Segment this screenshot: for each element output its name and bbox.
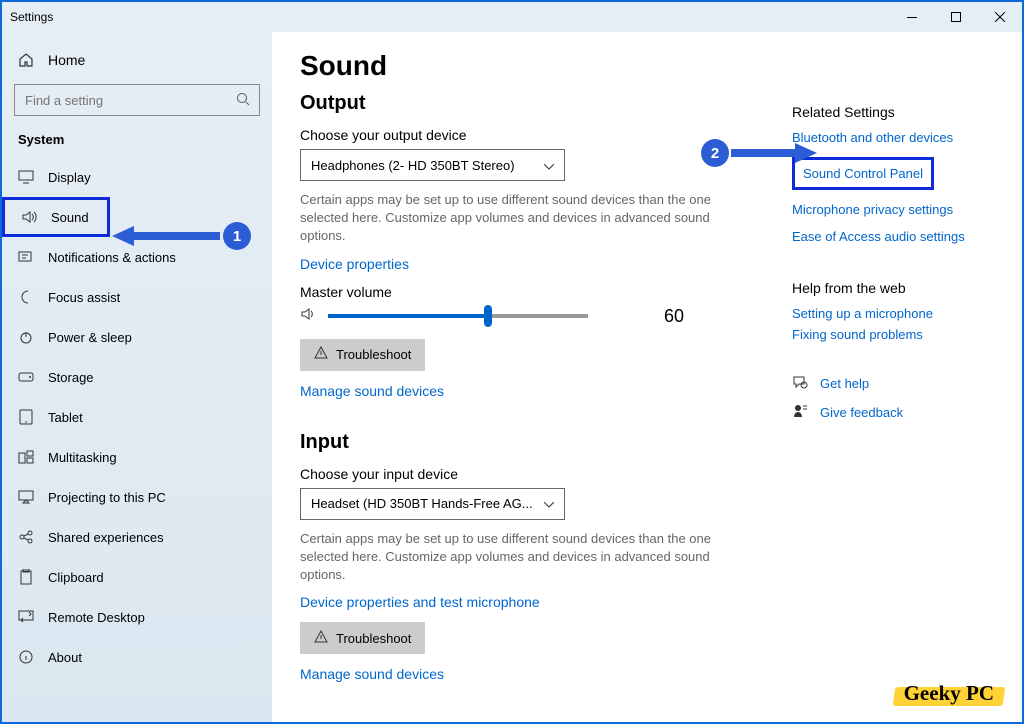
output-device-label: Choose your output device bbox=[300, 127, 752, 143]
sound-icon bbox=[21, 209, 37, 225]
page-title: Sound bbox=[300, 50, 752, 82]
nav-remote[interactable]: Remote Desktop bbox=[2, 597, 272, 637]
window-title: Settings bbox=[10, 10, 53, 24]
help-heading: Help from the web bbox=[792, 280, 1002, 296]
nav-multitasking[interactable]: Multitasking bbox=[2, 437, 272, 477]
titlebar: Settings bbox=[2, 2, 1022, 32]
related-heading: Related Settings bbox=[792, 104, 1002, 120]
watermark: Geeky PC bbox=[898, 679, 1000, 708]
tablet-icon bbox=[18, 409, 34, 425]
section-label: System bbox=[2, 126, 272, 157]
input-troubleshoot-button[interactable]: Troubleshoot bbox=[300, 622, 425, 654]
nav-sound[interactable]: Sound bbox=[2, 197, 110, 237]
volume-value: 60 bbox=[664, 306, 684, 327]
nav-label: Remote Desktop bbox=[48, 610, 145, 625]
nav-label: Clipboard bbox=[48, 570, 104, 585]
input-device-value: Headset (HD 350BT Hands-Free AG... bbox=[311, 496, 533, 511]
nav-label: Power & sleep bbox=[48, 330, 132, 345]
nav-label: Projecting to this PC bbox=[48, 490, 166, 505]
nav-label: Storage bbox=[48, 370, 94, 385]
annotation-arrow-1 bbox=[112, 225, 224, 247]
about-icon bbox=[18, 649, 34, 665]
volume-slider[interactable] bbox=[328, 314, 588, 318]
volume-label: Master volume bbox=[300, 284, 752, 300]
troubleshoot-label: Troubleshoot bbox=[336, 631, 411, 646]
help-fixing-link[interactable]: Fixing sound problems bbox=[792, 327, 1002, 342]
sidebar: Home System Display Sound Notifications … bbox=[2, 32, 272, 722]
shared-icon bbox=[18, 529, 34, 545]
nav-shared[interactable]: Shared experiences bbox=[2, 517, 272, 557]
nav-label: Shared experiences bbox=[48, 530, 164, 545]
annotation-badge-2: 2 bbox=[701, 139, 729, 167]
help-mic-link[interactable]: Setting up a microphone bbox=[792, 306, 1002, 321]
nav-label: About bbox=[48, 650, 82, 665]
nav-label: Tablet bbox=[48, 410, 83, 425]
nav-label: Notifications & actions bbox=[48, 250, 176, 265]
nav-label: Sound bbox=[51, 210, 89, 225]
projecting-icon bbox=[18, 489, 34, 505]
output-device-value: Headphones (2- HD 350BT Stereo) bbox=[311, 158, 515, 173]
home-nav[interactable]: Home bbox=[2, 40, 272, 80]
output-troubleshoot-button[interactable]: Troubleshoot bbox=[300, 339, 425, 371]
search-input[interactable] bbox=[14, 84, 260, 116]
input-desc: Certain apps may be set up to use differ… bbox=[300, 530, 730, 585]
feedback-icon bbox=[792, 403, 808, 422]
annotation-arrow-2 bbox=[731, 142, 817, 164]
storage-icon bbox=[18, 369, 34, 385]
close-button[interactable] bbox=[978, 2, 1022, 32]
related-mic-privacy-link[interactable]: Microphone privacy settings bbox=[792, 202, 1002, 217]
nav-focus-assist[interactable]: Focus assist bbox=[2, 277, 272, 317]
window-controls bbox=[890, 2, 1022, 32]
chevron-down-icon bbox=[544, 496, 554, 511]
nav-display[interactable]: Display bbox=[2, 157, 272, 197]
moon-icon bbox=[18, 289, 34, 305]
nav-label: Focus assist bbox=[48, 290, 120, 305]
nav-label: Multitasking bbox=[48, 450, 117, 465]
help-icon bbox=[792, 374, 808, 393]
feedback-label: Give feedback bbox=[820, 405, 903, 420]
get-help-label: Get help bbox=[820, 376, 869, 391]
nav-power[interactable]: Power & sleep bbox=[2, 317, 272, 357]
output-heading: Output bbox=[300, 92, 752, 115]
nav-storage[interactable]: Storage bbox=[2, 357, 272, 397]
output-desc: Certain apps may be set up to use differ… bbox=[300, 191, 730, 246]
chevron-down-icon bbox=[544, 158, 554, 173]
multitasking-icon bbox=[18, 449, 34, 465]
warning-icon bbox=[314, 346, 328, 363]
volume-icon[interactable] bbox=[300, 307, 316, 326]
related-ease-access-link[interactable]: Ease of Access audio settings bbox=[792, 229, 1002, 244]
related-panel: Related Settings Bluetooth and other dev… bbox=[792, 50, 1002, 722]
annotation-badge-1: 1 bbox=[223, 222, 251, 250]
power-icon bbox=[18, 329, 34, 345]
input-manage-link[interactable]: Manage sound devices bbox=[300, 666, 444, 682]
input-heading: Input bbox=[300, 431, 752, 454]
get-help-link[interactable]: Get help bbox=[792, 374, 1002, 393]
troubleshoot-label: Troubleshoot bbox=[336, 347, 411, 362]
output-manage-link[interactable]: Manage sound devices bbox=[300, 383, 444, 399]
input-device-properties-link[interactable]: Device properties and test microphone bbox=[300, 594, 540, 610]
output-device-properties-link[interactable]: Device properties bbox=[300, 256, 409, 272]
maximize-button[interactable] bbox=[934, 2, 978, 32]
input-device-dropdown[interactable]: Headset (HD 350BT Hands-Free AG... bbox=[300, 488, 565, 520]
nav-projecting[interactable]: Projecting to this PC bbox=[2, 477, 272, 517]
nav-tablet[interactable]: Tablet bbox=[2, 397, 272, 437]
home-label: Home bbox=[48, 52, 85, 68]
nav-about[interactable]: About bbox=[2, 637, 272, 677]
nav-label: Display bbox=[48, 170, 91, 185]
nav-clipboard[interactable]: Clipboard bbox=[2, 557, 272, 597]
related-bluetooth-link[interactable]: Bluetooth and other devices bbox=[792, 130, 1002, 145]
minimize-button[interactable] bbox=[890, 2, 934, 32]
warning-icon bbox=[314, 630, 328, 647]
clipboard-icon bbox=[18, 569, 34, 585]
home-icon bbox=[18, 52, 34, 68]
output-device-dropdown[interactable]: Headphones (2- HD 350BT Stereo) bbox=[300, 149, 565, 181]
notifications-icon bbox=[18, 249, 34, 265]
input-device-label: Choose your input device bbox=[300, 466, 752, 482]
search-icon bbox=[236, 92, 250, 111]
feedback-link[interactable]: Give feedback bbox=[792, 403, 1002, 422]
remote-icon bbox=[18, 609, 34, 625]
display-icon bbox=[18, 169, 34, 185]
